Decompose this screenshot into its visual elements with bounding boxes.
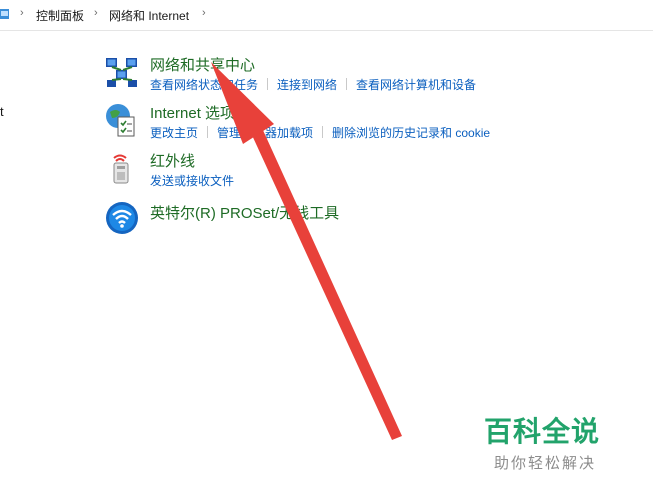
category-title[interactable]: 红外线	[150, 150, 195, 171]
category-links: 发送或接收文件	[150, 172, 234, 189]
link-divider	[346, 78, 348, 90]
intel-wireless-icon	[106, 202, 138, 234]
link-divider	[207, 126, 209, 138]
link-view-network-status[interactable]: 查看网络状态和任务	[150, 78, 258, 92]
watermark: 百科全说 助你轻松解决	[484, 410, 614, 473]
breadcrumb-separator: ›	[94, 7, 98, 19]
internet-options-icon	[106, 104, 135, 137]
left-pane-truncated-text: t	[0, 104, 4, 119]
link-delete-history[interactable]: 删除浏览的历史记录和 cookie	[332, 126, 490, 140]
network-sharing-icon	[106, 58, 137, 87]
link-send-receive-files[interactable]: 发送或接收文件	[150, 174, 234, 188]
address-bar[interactable]: › 控制面板 › 网络和 Internet ›	[0, 0, 653, 31]
link-view-network-computers[interactable]: 查看网络计算机和设备	[356, 78, 476, 92]
category-title[interactable]: 英特尔(R) PROSet/无线工具	[150, 202, 339, 223]
control-panel-icon	[0, 9, 9, 19]
breadcrumb-network-internet[interactable]: 网络和 Internet	[109, 7, 189, 24]
watermark-title: 百科全说	[484, 415, 601, 448]
link-divider	[322, 126, 324, 138]
link-connect-to-network[interactable]: 连接到网络	[277, 78, 337, 92]
category-links: 更改主页 管理浏览器加载项 删除浏览的历史记录和 cookie	[150, 124, 490, 141]
category-title[interactable]: 网络和共享中心	[150, 54, 255, 75]
category-title[interactable]: Internet 选项	[150, 102, 235, 123]
infrared-icon	[113, 154, 129, 184]
breadcrumb-control-panel[interactable]: 控制面板	[36, 7, 84, 24]
breadcrumb-separator: ›	[20, 7, 24, 19]
link-manage-addons[interactable]: 管理浏览器加载项	[217, 126, 313, 140]
link-change-homepage[interactable]: 更改主页	[150, 126, 198, 140]
category-links: 查看网络状态和任务 连接到网络 查看网络计算机和设备	[150, 76, 476, 93]
watermark-subtitle: 助你轻松解决	[494, 454, 597, 472]
link-divider	[267, 78, 269, 90]
breadcrumb-separator: ›	[202, 7, 206, 19]
